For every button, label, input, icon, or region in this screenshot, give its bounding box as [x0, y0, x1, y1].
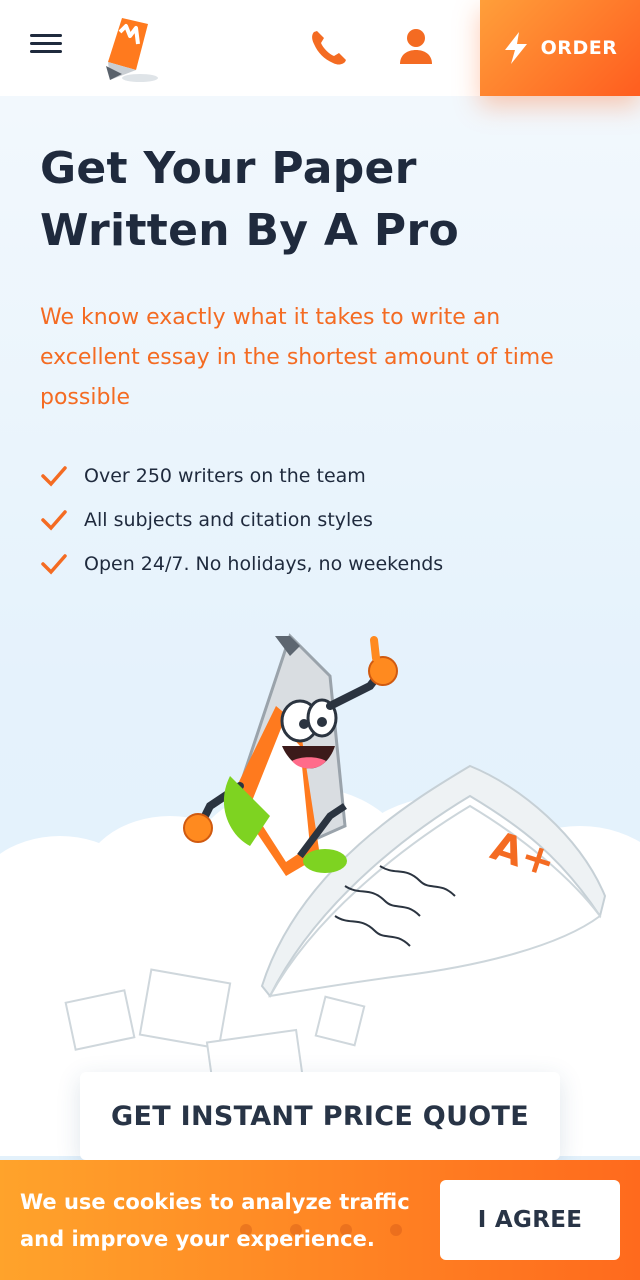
- pencil-logo-icon[interactable]: [100, 14, 162, 84]
- hamburger-menu-icon[interactable]: [30, 32, 66, 64]
- user-icon[interactable]: [394, 26, 438, 70]
- order-label: ORDER: [540, 37, 618, 59]
- feature-text: Open 24/7. No holidays, no weekends: [84, 553, 444, 575]
- page-title: Get Your Paper Written By A Pro: [40, 143, 459, 256]
- get-price-quote-button[interactable]: GET INSTANT PRICE QUOTE: [80, 1072, 560, 1160]
- feature-text: All subjects and citation styles: [84, 509, 373, 531]
- check-icon: [41, 510, 67, 531]
- phone-icon[interactable]: [306, 26, 350, 70]
- feature-list: Over 250 writers on the team All subject…: [40, 454, 443, 586]
- hero-section: Get Your Paper Written By A Pro We know …: [0, 96, 640, 1160]
- list-item: All subjects and citation styles: [40, 498, 443, 542]
- cookie-banner: We use cookies to analyze traffic and im…: [0, 1160, 640, 1280]
- lightning-icon: [504, 32, 527, 64]
- cookie-text: We use cookies to analyze traffic and im…: [20, 1190, 410, 1251]
- site-header: ORDER: [0, 0, 640, 96]
- feature-text: Over 250 writers on the team: [84, 465, 366, 487]
- list-item: Open 24/7. No holidays, no weekends: [40, 542, 443, 586]
- list-item: Over 250 writers on the team: [40, 454, 443, 498]
- check-icon: [41, 466, 67, 487]
- order-button[interactable]: ORDER: [480, 0, 640, 96]
- hero-subtitle: We know exactly what it takes to write a…: [40, 305, 554, 410]
- check-icon: [41, 554, 67, 575]
- agree-button[interactable]: I AGREE: [440, 1180, 620, 1260]
